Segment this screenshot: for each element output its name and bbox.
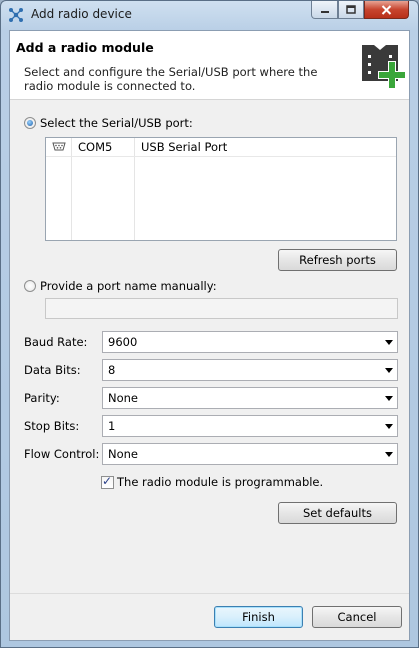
header-description: Select and configure the Serial/USB port…	[24, 65, 318, 93]
manual-port-label[interactable]: Provide a port name manually:	[40, 279, 217, 293]
flow-control-select[interactable]: None	[102, 443, 398, 465]
serial-port-icon	[52, 142, 66, 151]
stop-bits-select[interactable]: 1	[102, 415, 398, 437]
chevron-down-icon	[385, 452, 393, 457]
minimize-button[interactable]	[311, 1, 338, 19]
select-port-radio[interactable]	[24, 117, 36, 129]
maximize-icon	[346, 5, 356, 14]
manual-port-radio[interactable]	[24, 280, 36, 292]
stop-bits-value: 1	[108, 419, 116, 433]
cancel-button[interactable]: Cancel	[312, 606, 402, 628]
parity-select[interactable]: None	[102, 387, 398, 409]
dialog-content: Add a radio module Select and configure …	[9, 30, 410, 641]
select-port-label[interactable]: Select the Serial/USB port:	[40, 116, 193, 130]
programmable-label[interactable]: The radio module is programmable.	[117, 475, 323, 489]
port-list[interactable]: COM5 USB Serial Port	[45, 137, 397, 241]
refresh-ports-button[interactable]: Refresh ports	[278, 249, 397, 271]
window-title: Add radio device	[31, 7, 132, 21]
footer-divider	[10, 593, 409, 594]
finish-button[interactable]: Finish	[214, 606, 303, 628]
close-button[interactable]	[364, 1, 409, 19]
stop-bits-label: Stop Bits:	[24, 419, 80, 433]
data-bits-label: Data Bits:	[24, 363, 81, 377]
port-list-row[interactable]: COM5 USB Serial Port	[46, 138, 396, 157]
data-bits-value: 8	[108, 363, 116, 377]
chevron-down-icon	[385, 396, 393, 401]
manual-port-input[interactable]	[45, 298, 398, 319]
checkmark-icon: ✓	[102, 474, 113, 488]
minimize-icon	[320, 10, 329, 13]
parity-label: Parity:	[24, 391, 60, 405]
port-name: COM5	[78, 140, 113, 154]
header-title: Add a radio module	[16, 40, 154, 55]
title-bar[interactable]: Add radio device	[1, 1, 418, 29]
set-defaults-button[interactable]: Set defaults	[278, 502, 397, 524]
chevron-down-icon	[385, 424, 393, 429]
baud-rate-value: 9600	[108, 335, 138, 349]
parity-value: None	[108, 391, 139, 405]
flow-control-value: None	[108, 447, 139, 461]
radio-module-add-icon	[362, 45, 406, 89]
baud-rate-label: Baud Rate:	[24, 335, 88, 349]
programmable-checkbox[interactable]: ✓	[101, 474, 114, 489]
chevron-down-icon[interactable]	[385, 340, 393, 345]
close-icon	[381, 4, 392, 15]
app-icon	[9, 8, 23, 22]
maximize-button[interactable]	[338, 1, 364, 19]
baud-rate-combo[interactable]: 9600	[102, 331, 398, 353]
flow-control-label: Flow Control:	[24, 447, 100, 461]
port-description: USB Serial Port	[141, 140, 228, 154]
data-bits-select[interactable]: 8	[102, 359, 398, 381]
chevron-down-icon	[385, 368, 393, 373]
dialog-window: Add radio device Add a radio module Sele…	[0, 0, 419, 648]
wizard-header: Add a radio module Select and configure …	[10, 31, 409, 100]
